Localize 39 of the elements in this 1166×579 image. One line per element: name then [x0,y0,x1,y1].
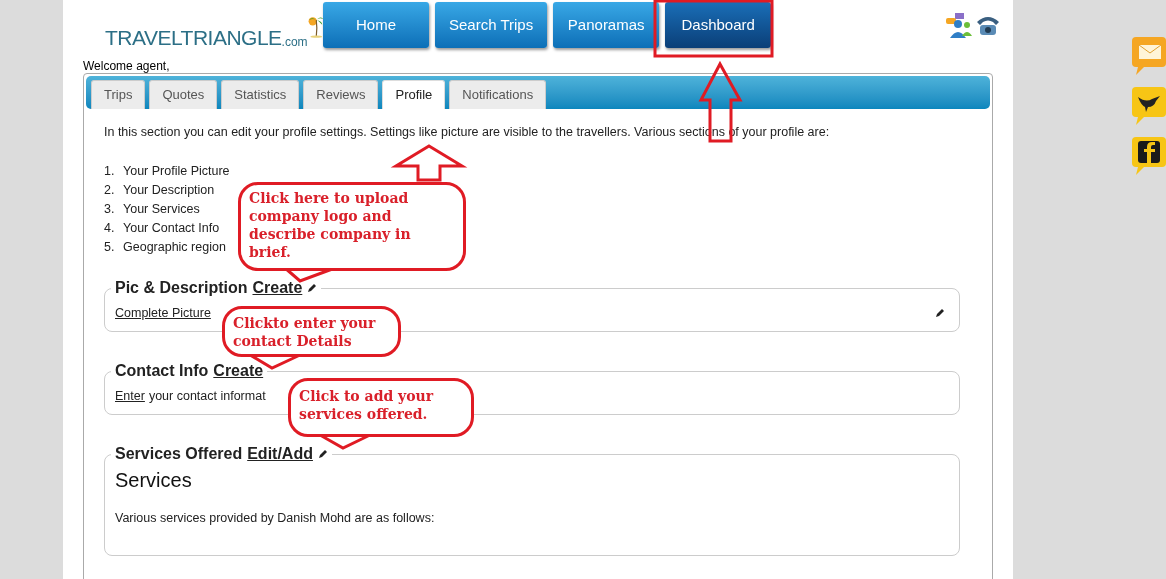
create-link[interactable]: Create [213,362,264,380]
services-heading: Services [115,468,193,493]
tab[interactable]: Trips [91,80,146,109]
nav-button[interactable]: Dashboard [665,2,772,48]
list-number: 5. [104,239,116,256]
facebook-icon[interactable] [1132,137,1166,175]
list-item-text: Your Description [123,182,215,199]
create-link[interactable]: Edit/Add [247,445,313,463]
list-item-text: Geographic region [123,239,226,256]
bird-icon[interactable] [1132,87,1166,125]
services-text: Various services provided by Danish Mohd are as follows: [115,510,435,527]
pencil-icon[interactable] [935,308,945,319]
list-number: 4. [104,220,116,237]
people-chat-icon [945,12,973,38]
tab[interactable]: Reviews [303,80,379,109]
list-number: 2. [104,182,116,199]
logo-text: TRAVELTRIANGLE [105,27,282,48]
tab[interactable]: Profile [382,80,446,109]
tab[interactable]: Quotes [149,80,218,109]
section-title: Services Offered [115,445,243,463]
nav-button[interactable]: Home [323,2,429,48]
enter-link[interactable]: Enter [115,387,145,406]
section-title: Contact Info [115,362,209,380]
welcome-text: Welcome agent, [83,59,171,73]
create-link[interactable]: Create [252,279,303,297]
list-item-text: Your Profile Picture [123,163,230,180]
list-number: 3. [104,201,116,218]
contact-text: your contact informat [148,388,266,405]
nav-button[interactable]: Search Trips [435,2,548,48]
telephone-icon [975,14,1001,36]
list-number: 1. [104,163,116,180]
tab[interactable]: Notifications [449,80,547,109]
list-item-text: Your Contact Info [123,220,220,237]
section-title: Pic & Description [115,279,248,297]
list-item-text: Your Services [123,201,200,218]
complete-picture-link[interactable]: Complete Picture [115,304,211,323]
logo-text-suffix: .com [281,36,308,48]
nav-button[interactable]: Panoramas [553,2,660,48]
tab[interactable]: Statistics [221,80,300,109]
